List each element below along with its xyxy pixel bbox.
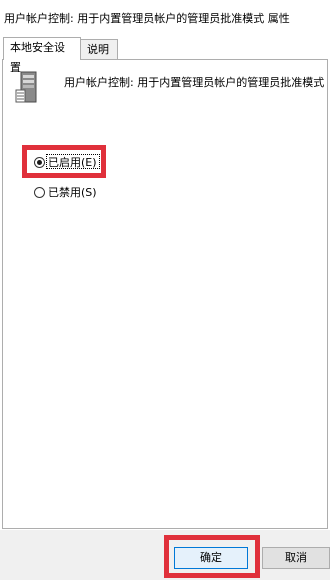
radio-disabled-button[interactable] — [34, 186, 45, 198]
radio-disabled-label[interactable]: 已禁用(S) — [48, 184, 97, 200]
policy-name: 用户帐户控制: 用于内置管理员帐户的管理员批准模式 — [64, 76, 325, 89]
tab-local-security-setting[interactable]: 本地安全设置 — [3, 37, 81, 74]
window-title: 用户帐户控制: 用于内置管理员帐户的管理员批准模式 属性 — [4, 12, 290, 25]
tab-strip: 本地安全设置 说明 — [0, 37, 330, 74]
tab-explain[interactable]: 说明 — [80, 39, 118, 59]
title-bar: 用户帐户控制: 用于内置管理员帐户的管理员批准模式 属性 — [0, 0, 330, 32]
highlight-box-ok — [164, 535, 260, 578]
cancel-button[interactable]: 取消 — [262, 547, 330, 569]
highlight-box-enabled — [22, 145, 106, 178]
radio-disabled[interactable]: 已禁用(S) — [34, 184, 97, 200]
tab-panel — [2, 59, 328, 529]
